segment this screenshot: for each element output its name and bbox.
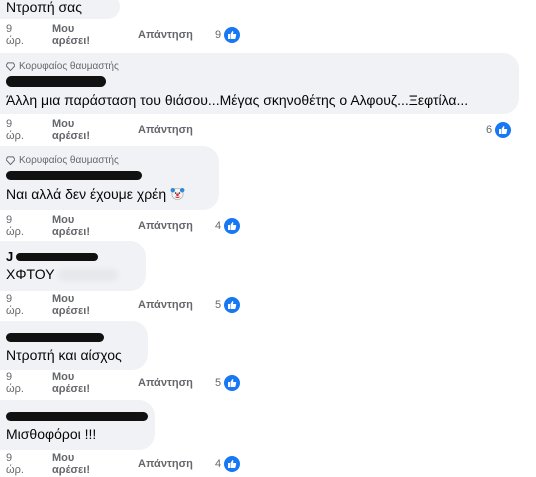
reply-button[interactable]: Απάντηση [138, 458, 193, 470]
top-fan-label: Κορυφαίος θαυμαστής [19, 60, 119, 72]
redaction-scribble [16, 253, 98, 261]
comment-bubble: Ντροπή και αίσχος [0, 321, 148, 370]
author-visible-initial: J [6, 249, 14, 264]
reply-button[interactable]: Απάντηση [138, 377, 193, 389]
reaction-count[interactable]: 5 [215, 297, 241, 313]
redaction-scribble [6, 412, 148, 421]
thumbs-up-icon [224, 456, 241, 472]
reaction-number: 4 [215, 458, 222, 470]
reaction-number: 5 [215, 377, 222, 389]
gem-icon [6, 155, 15, 165]
like-button[interactable]: Μου αρέσει! [52, 23, 90, 47]
comment-time[interactable]: 9 ώρ. [6, 293, 24, 317]
reply-button[interactable]: Απάντηση [138, 29, 193, 41]
reaction-count[interactable]: 9 [215, 27, 241, 43]
reaction-count[interactable]: 6 [486, 122, 512, 138]
blurred-region [58, 269, 118, 281]
comment-bubble: J ΧΦΤΟΥ [0, 241, 146, 291]
thumbs-up-icon [224, 27, 241, 43]
reaction-number: 9 [215, 29, 222, 41]
comment-bubble: Κορυφαίος θαυμαστής Άλλη μια παράσταση τ… [0, 53, 519, 114]
comment-bubble: Μισθοφόροι !!! [0, 400, 155, 450]
comment-time[interactable]: 9 ώρ. [6, 23, 24, 47]
redaction-scribble [6, 171, 142, 180]
comment-time[interactable]: 9 ώρ. [6, 118, 24, 142]
comment-bubble: Ντροπή σας [0, 0, 120, 19]
clown-face-emoji [170, 187, 185, 200]
reaction-number: 5 [215, 299, 222, 311]
reply-button[interactable]: Απάντηση [138, 124, 193, 136]
top-fan-badge: Κορυφαίος θαυμαστής [6, 153, 219, 167]
comment-text: Ντροπή και αίσχος [6, 347, 122, 363]
comment-text: Ναι αλλά δεν έχουμε χρέη [6, 185, 219, 203]
like-button[interactable]: Μου αρέσει! [52, 118, 90, 142]
comment-author[interactable] [6, 408, 155, 423]
top-fan-badge: Κορυφαίος θαυμαστής [6, 59, 519, 73]
comment-text-content: Ναι αλλά δεν έχουμε χρέη [6, 186, 167, 202]
thumbs-up-icon [224, 375, 241, 391]
redaction-scribble [6, 333, 104, 342]
comment-text: Ντροπή σας [6, 0, 83, 15]
reaction-count[interactable]: 4 [215, 456, 241, 472]
comment-text: Μισθοφόροι !!! [6, 426, 97, 442]
top-fan-label: Κορυφαίος θαυμαστής [19, 154, 119, 166]
like-button[interactable]: Μου αρέσει! [52, 293, 90, 317]
comment-author[interactable] [6, 73, 519, 88]
reply-button[interactable]: Απάντηση [138, 220, 193, 232]
redaction-scribble [6, 76, 106, 87]
thumbs-up-icon [224, 297, 241, 313]
comment-time[interactable]: 9 ώρ. [6, 452, 24, 476]
comment-text: ΧΦΤΟΥ [6, 265, 146, 283]
reaction-count[interactable]: 4 [215, 218, 241, 234]
comment-time[interactable]: 9 ώρ. [6, 371, 24, 395]
reaction-count[interactable]: 5 [215, 375, 241, 391]
comment-time[interactable]: 9 ώρ. [6, 214, 24, 238]
like-button[interactable]: Μου αρέσει! [52, 452, 90, 476]
reply-button[interactable]: Απάντηση [138, 299, 193, 311]
comment-bubble: Κορυφαίος θαυμαστής Ναι αλλά δεν έχουμε … [0, 146, 219, 210]
comment-author[interactable]: J [6, 249, 146, 264]
comment-author[interactable] [6, 167, 219, 182]
reaction-number: 6 [486, 124, 493, 136]
thumbs-up-icon [224, 218, 241, 234]
reaction-number: 4 [215, 220, 222, 232]
gem-icon [6, 61, 15, 71]
thumbs-up-icon [495, 122, 512, 138]
comment-text: Άλλη μια παράσταση του θιάσου...Μέγας σκ… [6, 92, 469, 108]
like-button[interactable]: Μου αρέσει! [52, 214, 90, 238]
comment-text-content: ΧΦΤΟΥ [6, 266, 55, 282]
like-button[interactable]: Μου αρέσει! [52, 371, 90, 395]
comment-author[interactable] [6, 329, 148, 344]
